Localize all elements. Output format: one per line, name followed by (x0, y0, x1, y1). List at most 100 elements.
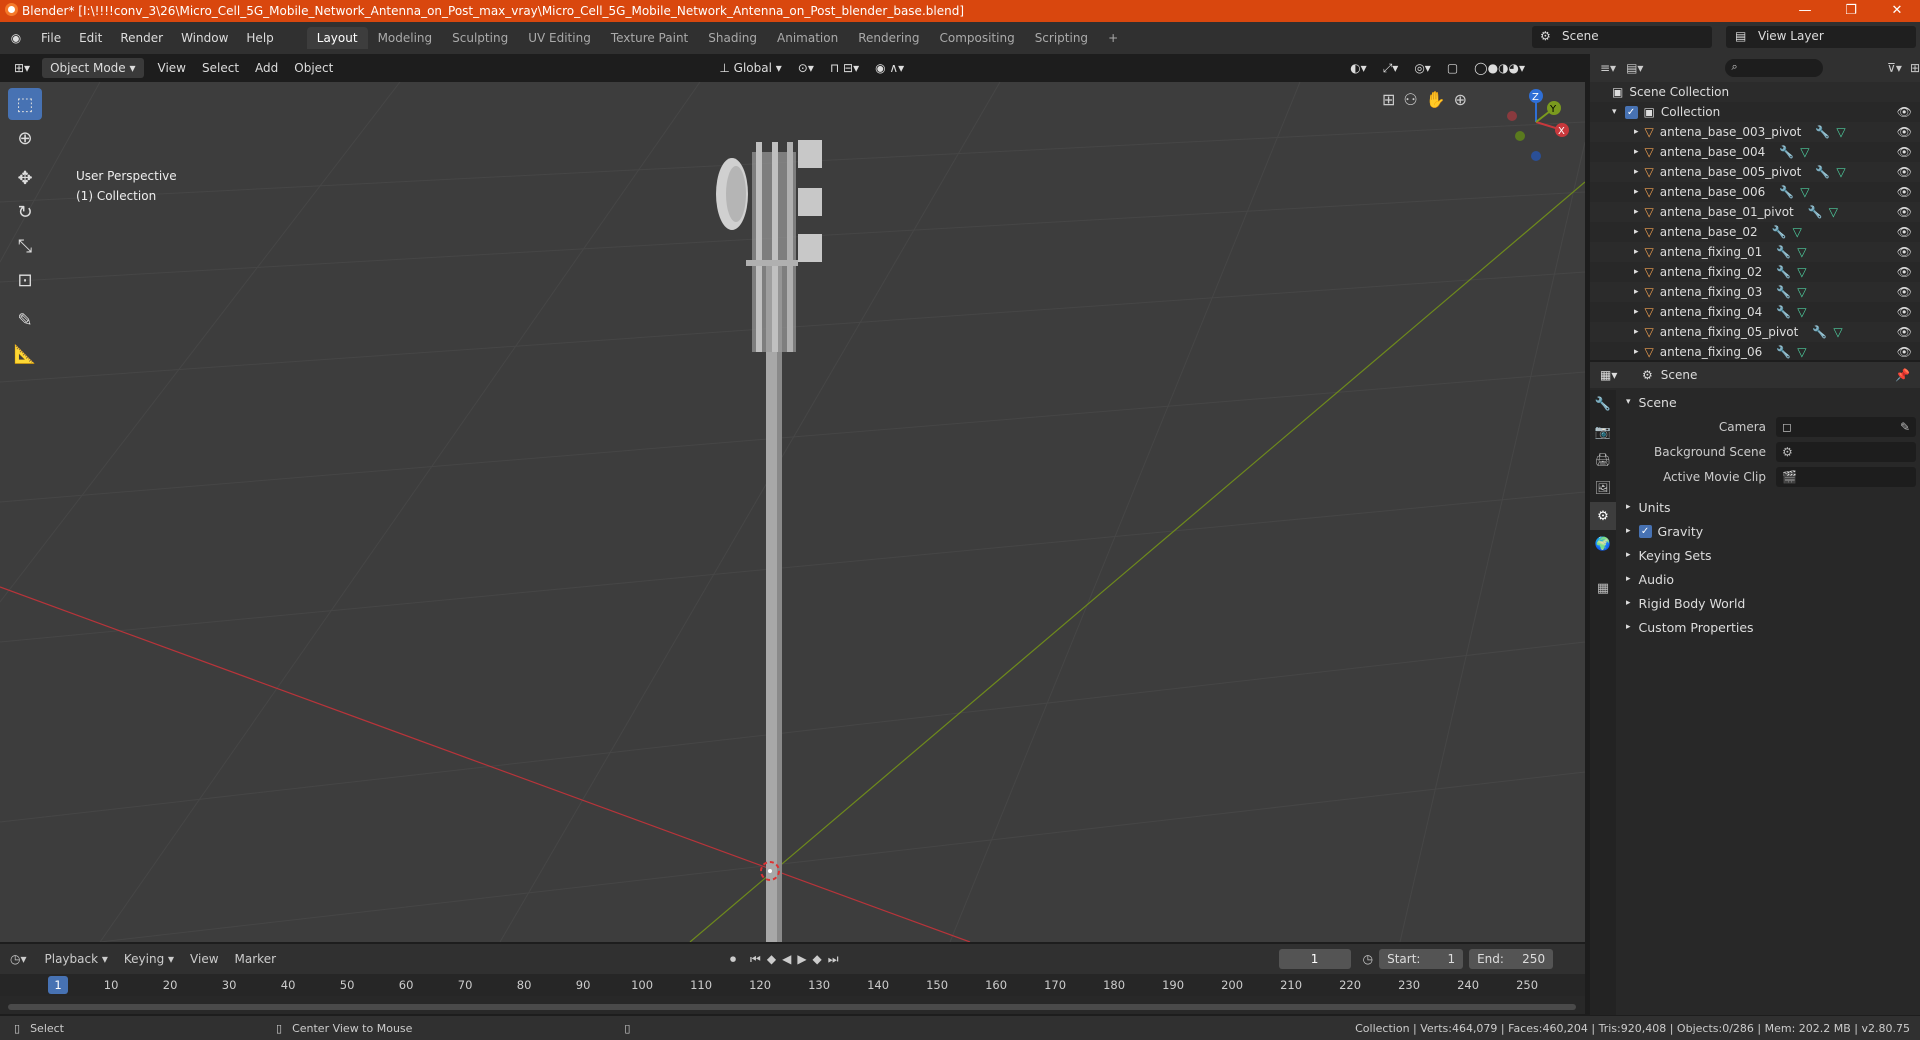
filter-icon[interactable]: ⊽▾ (1887, 61, 1902, 75)
tab-layout[interactable]: Layout (306, 27, 368, 49)
menu-window[interactable]: Window (172, 31, 237, 45)
mesh-data-icon[interactable]: ▽ (1800, 145, 1809, 159)
antenna-model[interactable] (716, 140, 822, 942)
pin-icon[interactable]: 📌 (1895, 368, 1910, 382)
modifier-wrench-icon[interactable]: 🔧 (1815, 165, 1830, 179)
expand-arrow-icon[interactable]: ▸ (1634, 307, 1639, 317)
outliner-editor-icon[interactable]: ≡▾ (1590, 61, 1626, 75)
modifier-wrench-icon[interactable]: 🔧 (1779, 185, 1794, 199)
mesh-data-icon[interactable]: ▽ (1829, 205, 1838, 219)
close-icon[interactable]: ✕ (1874, 0, 1920, 22)
mesh-data-icon[interactable]: ▽ (1793, 225, 1802, 239)
eye-icon[interactable]: 👁 (1897, 145, 1912, 159)
outliner-item[interactable]: ▸ ▽ antena_fixing_06 🔧 ▽ 👁 (1590, 342, 1920, 362)
jump-start-icon[interactable]: ⏮ (750, 952, 761, 967)
expand-arrow-icon[interactable]: ▸ (1634, 347, 1639, 357)
orientation-dropdown[interactable]: ⊥ Global ▾ (711, 58, 789, 78)
scene-section-header[interactable]: ▾ Scene (1620, 390, 1916, 414)
overlay-toggle-icon[interactable]: ◎▾ (1406, 58, 1439, 78)
next-keyframe-icon[interactable]: ◆ (813, 952, 822, 966)
modifier-wrench-icon[interactable]: 🔧 (1776, 265, 1791, 279)
viewport-menu-add[interactable]: Add (247, 58, 286, 78)
eye-icon[interactable]: 👁 (1897, 265, 1912, 279)
mesh-data-icon[interactable]: ▽ (1797, 305, 1806, 319)
mesh-data-icon[interactable]: ▽ (1797, 345, 1806, 359)
outliner-item[interactable]: ▸ ▽ antena_fixing_04 🔧 ▽ 👁 (1590, 302, 1920, 322)
menu-help[interactable]: Help (237, 31, 282, 45)
expand-arrow-icon[interactable]: ▸ (1634, 127, 1639, 137)
modifier-wrench-icon[interactable]: 🔧 (1779, 145, 1794, 159)
gizmo-toggle-icon[interactable]: ⤢▾ (1375, 58, 1407, 79)
scale-tool-icon[interactable]: ⤡ (8, 230, 42, 262)
mesh-data-icon[interactable]: ▽ (1836, 125, 1845, 139)
view-layer-selector[interactable]: ▤ View Layer (1726, 26, 1916, 48)
tab-modeling[interactable]: Modeling (368, 27, 443, 49)
tab-shading[interactable]: Shading (698, 27, 767, 49)
keying-sets-subpanel[interactable]: ▸ Keying Sets (1620, 543, 1916, 567)
timeline-scrollbar[interactable] (8, 1004, 1576, 1010)
modifier-wrench-icon[interactable]: 🔧 (1776, 285, 1791, 299)
outliner-item[interactable]: ▸ ▽ antena_fixing_01 🔧 ▽ 👁 (1590, 242, 1920, 262)
movie-clip-field[interactable]: 🎬 (1776, 466, 1916, 487)
proportional-edit-icon[interactable]: ◉ ∧▾ (867, 58, 912, 78)
expand-arrow-icon[interactable]: ▸ (1634, 187, 1639, 197)
gravity-subpanel[interactable]: ▸ ✓ Gravity (1620, 519, 1916, 543)
timeline-menu-playback[interactable]: Playback ▾ (37, 952, 116, 966)
restore-icon[interactable]: ❐ (1828, 0, 1874, 22)
outliner-collection[interactable]: ▾ ✓ ▣ Collection 👁 (1590, 102, 1920, 122)
timeline-menu-keying[interactable]: Keying ▾ (116, 952, 182, 966)
output-props-tab-icon[interactable]: 🖨 (1590, 446, 1616, 474)
timeline-ruler[interactable]: 1 10 20 30 40 50 60 70 80 90 100 110 120 130 140 150 16… (0, 974, 1585, 996)
mesh-data-icon[interactable]: ▽ (1797, 285, 1806, 299)
expand-arrow-icon[interactable]: ▸ (1634, 327, 1639, 337)
end-frame-field[interactable]: End: 250 (1469, 949, 1554, 969)
modifier-wrench-icon[interactable]: 🔧 (1815, 125, 1830, 139)
scene-selector[interactable]: ⚙ Scene (1532, 26, 1712, 48)
add-workspace-icon[interactable]: + (1098, 27, 1128, 49)
outliner-item[interactable]: ▸ ▽ antena_base_006 🔧 ▽ 👁 (1590, 182, 1920, 202)
eye-icon[interactable]: 👁 (1897, 125, 1912, 139)
viewport-menu-select[interactable]: Select (194, 58, 247, 78)
timeline-menu-view[interactable]: View (182, 952, 226, 966)
xray-icon[interactable]: ▢ (1439, 58, 1466, 78)
expand-arrow-icon[interactable]: ▸ (1634, 147, 1639, 157)
eye-icon[interactable]: 👁 (1897, 305, 1912, 319)
pivot-icon[interactable]: ⊙▾ (790, 58, 822, 78)
snap-icon[interactable]: ⊓ ⊟▾ (822, 58, 867, 78)
camera-icon[interactable]: ⚇ (1403, 90, 1417, 109)
tab-texture-paint[interactable]: Texture Paint (601, 27, 698, 49)
modifier-wrench-icon[interactable]: 🔧 (1772, 225, 1787, 239)
navigation-gizmo[interactable]: Z X Y (1490, 86, 1585, 186)
menu-render[interactable]: Render (111, 31, 172, 45)
eye-icon[interactable]: 👁 (1897, 185, 1912, 199)
collection-checkbox[interactable]: ✓ (1624, 105, 1638, 119)
visibility-icon[interactable]: ◐▾ (1342, 58, 1375, 78)
custom-properties-subpanel[interactable]: ▸ Custom Properties (1620, 615, 1916, 639)
outliner-scene-collection[interactable]: ▣ Scene Collection (1590, 82, 1920, 102)
menu-edit[interactable]: Edit (70, 31, 111, 45)
world-props-tab-icon[interactable]: 🌍 (1590, 530, 1616, 558)
outliner-item[interactable]: ▸ ▽ antena_base_01_pivot 🔧 ▽ 👁 (1590, 202, 1920, 222)
viewport-menu-object[interactable]: Object (286, 58, 341, 78)
record-icon[interactable]: ⏺ (730, 952, 736, 967)
pan-hand-icon[interactable]: ✋ (1426, 90, 1446, 109)
jump-end-icon[interactable]: ⏭ (828, 952, 839, 967)
display-mode-icon[interactable]: ▤▾ (1626, 61, 1643, 75)
outliner-item[interactable]: ▸ ▽ antena_base_02 🔧 ▽ 👁 (1590, 222, 1920, 242)
start-frame-field[interactable]: Start: 1 (1379, 949, 1464, 969)
outliner-item[interactable]: ▸ ▽ antena_fixing_03 🔧 ▽ 👁 (1590, 282, 1920, 302)
mesh-data-icon[interactable]: ▽ (1797, 245, 1806, 259)
eye-icon[interactable]: 👁 (1897, 285, 1912, 299)
modifier-wrench-icon[interactable]: 🔧 (1776, 305, 1791, 319)
units-subpanel[interactable]: ▸ Units (1620, 495, 1916, 519)
timeline-editor-icon[interactable]: ◷▾ (0, 952, 37, 966)
3d-viewport[interactable]: User Perspective (1) Collection ⊞ ⚇ ✋ ⊕ … (0, 82, 1585, 942)
preview-range-icon[interactable]: ◷ (1363, 952, 1373, 966)
eye-icon[interactable]: 👁 (1897, 165, 1912, 179)
prev-keyframe-icon[interactable]: ◆ (767, 952, 776, 966)
outliner-item[interactable]: ▸ ▽ antena_base_004 🔧 ▽ 👁 (1590, 142, 1920, 162)
outliner-item[interactable]: ▸ ▽ antena_base_005_pivot 🔧 ▽ 👁 (1590, 162, 1920, 182)
editor-type-icon[interactable]: ⊞▾ (6, 58, 38, 78)
mesh-data-icon[interactable]: ▽ (1833, 325, 1842, 339)
tab-sculpting[interactable]: Sculpting (442, 27, 518, 49)
